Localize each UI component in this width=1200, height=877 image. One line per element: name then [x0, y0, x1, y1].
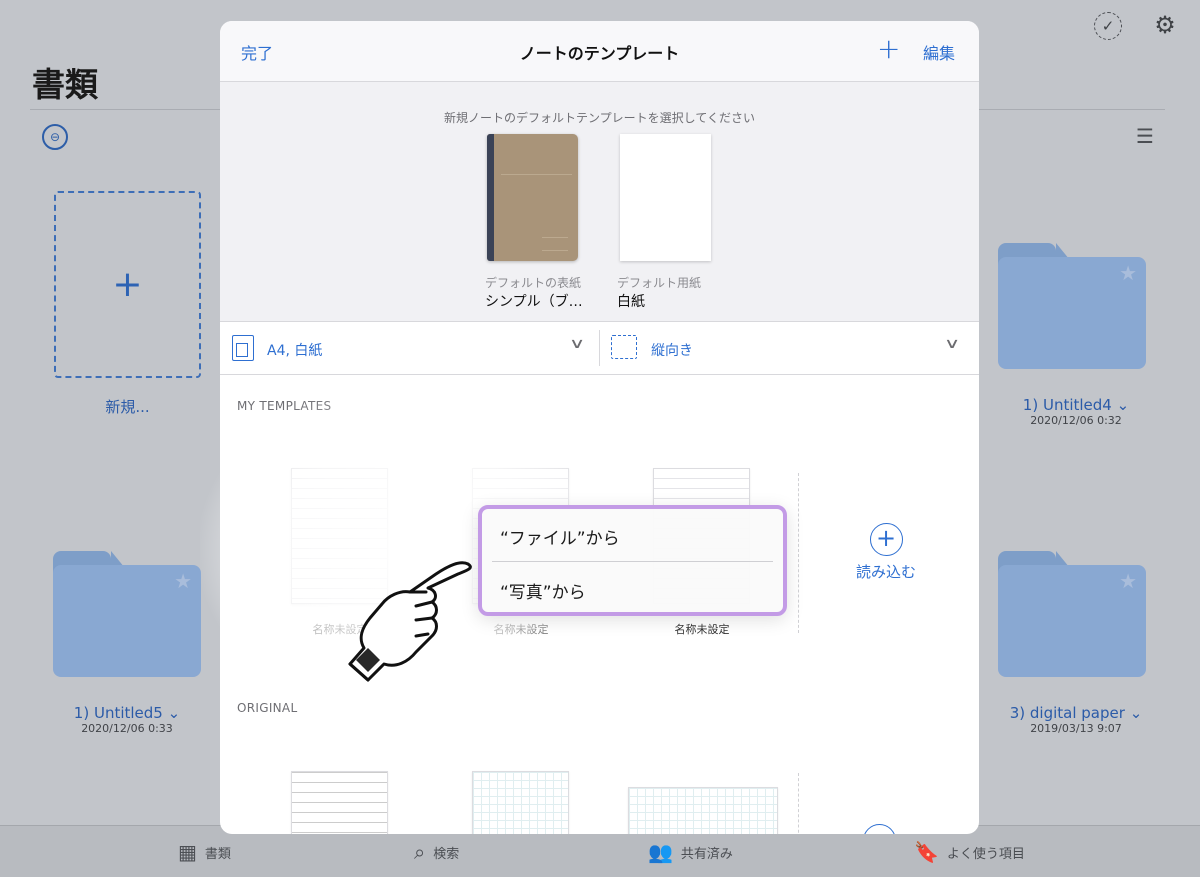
gear-icon[interactable]: ⚙: [1150, 10, 1180, 40]
paper-size-selector[interactable]: A4, 白紙: [267, 340, 322, 360]
default-template-prompt: 新規ノートのデフォルトテンプレートを選択してください: [444, 111, 755, 125]
folder-untitled4[interactable]: ★: [998, 243, 1146, 369]
import-from-files[interactable]: “ファイル”から: [500, 524, 620, 549]
tab-search[interactable]: ⌕ 検索: [414, 840, 459, 864]
new-document-label: 新規...: [105, 398, 150, 416]
grid-icon: ▦: [178, 840, 197, 864]
tab-label: よく使う項目: [946, 846, 1025, 862]
tab-label: 検索: [433, 846, 460, 862]
import-from-photos[interactable]: “写真”から: [500, 578, 586, 603]
template-thumbnail[interactable]: [628, 787, 778, 834]
selector-divider: [599, 330, 600, 366]
folder-date: 2019/03/13 9:07: [1030, 722, 1122, 735]
select-icon[interactable]: ✓: [1094, 12, 1122, 40]
people-icon: 👥: [648, 840, 673, 864]
column-divider: [798, 773, 799, 834]
list-icon[interactable]: ☰: [1132, 124, 1158, 148]
chevron-down-icon[interactable]: ∨: [569, 336, 585, 352]
popover-separator: [492, 561, 773, 562]
import-source-popover: “ファイル”から “写真”から: [478, 505, 787, 616]
import-label: 読み込む: [855, 563, 916, 581]
chevron-down-icon: ⌄: [1116, 396, 1130, 414]
pointing-hand-icon: [348, 561, 472, 682]
folder-untitled5[interactable]: ★: [53, 551, 201, 677]
search-icon: ⌕: [414, 840, 426, 864]
my-templates-header: MY TEMPLATES: [237, 399, 332, 413]
import-button-original[interactable]: [863, 824, 896, 834]
plus-icon: +: [869, 523, 903, 556]
chevron-down-icon: ⌄: [1129, 704, 1143, 722]
star-icon[interactable]: ★: [1119, 261, 1137, 285]
folder-label[interactable]: 3) digital paper ⌄: [986, 704, 1166, 722]
chevron-down-icon[interactable]: ∨: [944, 336, 960, 352]
paper-size-icon: [232, 335, 254, 361]
folder-name: 1) Untitled5: [73, 704, 163, 722]
folder-label[interactable]: 1) Untitled5 ⌄: [37, 704, 217, 722]
tab-label: 共有済み: [680, 846, 733, 862]
folder-digital-paper[interactable]: ★: [998, 551, 1146, 677]
default-paper-thumbnail[interactable]: [620, 134, 711, 261]
folder-date: 2020/12/06 0:33: [81, 722, 173, 735]
original-header: ORIGINAL: [237, 701, 298, 715]
folder-name: 3) digital paper: [1009, 704, 1125, 722]
template-thumbnail[interactable]: [472, 771, 569, 834]
chevron-down-icon: ⌄: [167, 704, 181, 722]
default-cover-value: シンプル（ブ…: [485, 294, 583, 310]
star-icon[interactable]: ★: [174, 569, 192, 593]
default-template-section: 新規ノートのデフォルトテンプレートを選択してください デフォルトの表紙 シンプル…: [220, 82, 979, 322]
tab-documents[interactable]: ▦ 書類: [178, 840, 231, 864]
sort-icon[interactable]: ⊖: [42, 124, 68, 150]
template-thumbnail[interactable]: [291, 771, 388, 834]
note-template-modal: 完了 ノートのテンプレート + 編集 新規ノートのデフォルトテンプレートを選択し…: [220, 21, 979, 834]
template-name: 名称未設定: [674, 623, 730, 636]
tab-label: 書類: [204, 846, 231, 862]
modal-navbar: 完了 ノートのテンプレート + 編集: [220, 21, 979, 82]
tab-favorites[interactable]: 🔖 よく使う項目: [914, 840, 1025, 864]
page-title: 書類: [32, 65, 98, 104]
bookmark-icon: 🔖: [914, 840, 939, 864]
star-icon[interactable]: ★: [1119, 569, 1137, 593]
default-cover-caption: デフォルトの表紙: [485, 276, 582, 290]
orientation-selector[interactable]: 縦向き: [651, 340, 693, 360]
new-document-button[interactable]: +: [54, 191, 201, 378]
tab-shared[interactable]: 👥 共有済み: [648, 840, 733, 864]
orientation-icon: [611, 335, 637, 359]
default-cover-thumbnail[interactable]: [487, 134, 578, 261]
edit-button[interactable]: 編集: [923, 40, 955, 64]
column-divider: [798, 473, 799, 633]
format-selector-row: A4, 白紙 ∨ 縦向き ∨: [220, 322, 979, 375]
plus-icon: +: [112, 264, 143, 305]
folder-date: 2020/12/06 0:32: [1030, 414, 1122, 427]
default-paper-caption: デフォルト用紙: [617, 276, 702, 290]
default-paper-value: 白紙: [617, 294, 645, 310]
import-button[interactable]: + 読み込む: [851, 523, 921, 582]
folder-label[interactable]: 1) Untitled4 ⌄: [986, 396, 1166, 414]
folder-name: 1) Untitled4: [1022, 396, 1112, 414]
modal-title: ノートのテンプレート: [519, 44, 680, 63]
add-template-button[interactable]: +: [877, 32, 900, 65]
